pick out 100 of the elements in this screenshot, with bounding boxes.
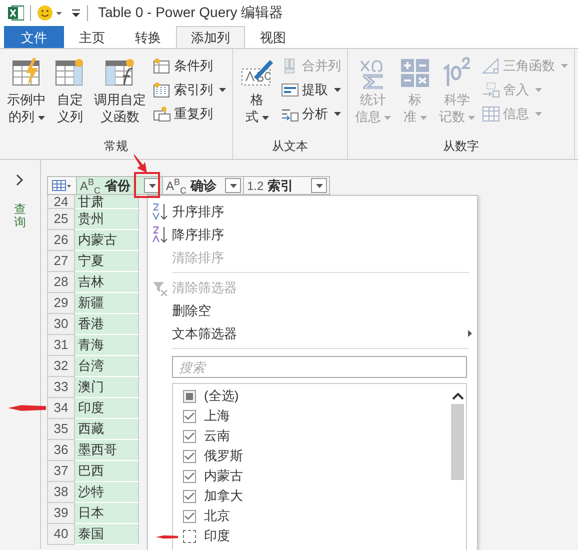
duplicate-column-icon	[153, 106, 171, 122]
caret-icon	[219, 88, 226, 92]
ribbon-tab[interactable]: 文件	[4, 26, 64, 48]
checkbox[interactable]	[183, 470, 196, 482]
caret-icon	[420, 116, 426, 120]
ribbon-button[interactable]: 示例中 的列	[4, 53, 49, 137]
table-lightning-icon	[10, 57, 42, 89]
table-cell: 贵州	[75, 209, 139, 230]
menu-item[interactable]: 删除空	[148, 299, 477, 322]
row-number: 31	[47, 335, 75, 356]
row-number: 34	[47, 398, 75, 419]
table-cell: 西藏	[75, 419, 139, 440]
column-header[interactable]: A$^{B}$$_{C}$ 确诊	[163, 176, 244, 195]
checkbox[interactable]	[183, 430, 196, 442]
table-cell: 巴西	[75, 461, 139, 482]
scrollbar-thumb[interactable]	[451, 404, 464, 480]
row-number: 29	[47, 293, 75, 314]
info-grid-icon	[482, 106, 500, 122]
ribbon-button[interactable]: 分析	[279, 103, 343, 125]
checkbox[interactable]	[183, 450, 196, 462]
caret-icon	[316, 184, 322, 188]
ribbon-tab[interactable]: 转换	[120, 26, 176, 48]
rounding-icon	[482, 82, 500, 98]
caret-icon	[148, 184, 156, 188]
queries-label[interactable]: 查询	[14, 203, 26, 230]
ribbon-button[interactable]: 调用自定 义函数	[91, 53, 149, 137]
row-number: 32	[47, 356, 75, 377]
index-column-icon	[153, 82, 171, 98]
column-name: 省份	[104, 176, 132, 194]
table-cell: 内蒙古	[75, 230, 139, 251]
ribbon-button[interactable]: 条件列	[151, 55, 228, 77]
type-label[interactable]: 1.2	[247, 178, 264, 192]
row-number: 35	[47, 419, 75, 440]
list-item[interactable]: 北京	[173, 506, 449, 526]
annotation-arrow	[156, 533, 178, 541]
mixed-mark-icon	[186, 392, 193, 400]
conditional-column-icon	[153, 58, 171, 74]
column-header[interactable]: 1.2 索引	[244, 176, 330, 195]
checkbox[interactable]	[183, 510, 196, 522]
caret-icon	[535, 88, 542, 92]
row-number: 36	[47, 440, 75, 461]
ribbon-tab[interactable]: 主页	[64, 26, 120, 48]
table-cell: 印度	[75, 398, 139, 419]
caret-icon	[384, 116, 391, 120]
menu-item[interactable]: 降序排序	[148, 223, 477, 246]
ribbon-button[interactable]: 索引列	[151, 79, 228, 101]
checkbox[interactable]	[183, 530, 196, 542]
checkbox[interactable]	[183, 490, 196, 502]
table-cell: 台湾	[75, 356, 139, 377]
check-icon	[184, 472, 195, 480]
submenu-arrow-icon	[468, 330, 472, 337]
arithmetic-icon	[399, 57, 431, 89]
customize-toolbar-icon[interactable]	[71, 8, 81, 18]
row-number: 24	[47, 195, 75, 209]
caret-icon	[561, 64, 568, 68]
list-item[interactable]: 印度	[173, 526, 449, 546]
expand-icon[interactable]	[16, 174, 24, 186]
table-cell: 日本	[75, 503, 139, 524]
table-cell: 甘肃	[75, 195, 139, 209]
checkbox[interactable]	[183, 390, 196, 402]
list-item[interactable]: 内蒙古	[173, 466, 449, 486]
filter-dropdown-button[interactable]	[311, 178, 327, 193]
menu-item[interactable]: 文本筛选器	[148, 322, 477, 345]
table-menu-icon[interactable]	[52, 180, 72, 192]
ribbon-tab[interactable]: 视图	[245, 26, 301, 48]
list-item[interactable]: (全选)	[173, 386, 449, 406]
column-header[interactable]: A$^{B}$$_{C}$ 省份	[77, 176, 163, 195]
list-item[interactable]: 云南	[173, 426, 449, 446]
check-icon	[184, 452, 195, 460]
scroll-up-icon[interactable]	[452, 392, 464, 400]
ribbon-button[interactable]: 提取	[279, 79, 343, 101]
list-item[interactable]: 加拿大	[173, 486, 449, 506]
smiley-icon[interactable]	[37, 5, 65, 21]
row-number: 28	[47, 272, 75, 293]
row-number: 40	[47, 524, 75, 545]
group-label: 常规	[103, 138, 129, 155]
check-icon	[184, 492, 195, 500]
ribbon-button[interactable]: 格 式	[237, 53, 277, 137]
ribbon-tab[interactable]: 添加列	[176, 26, 245, 48]
caret-icon	[334, 112, 341, 116]
search-field[interactable]: 搜索	[172, 356, 467, 378]
check-icon	[184, 432, 195, 440]
list-item[interactable]: 上海	[173, 406, 449, 426]
group-label: 从文本	[271, 138, 309, 155]
table-cell: 宁夏	[75, 251, 139, 272]
caret-icon	[38, 116, 44, 120]
ribbon-button[interactable]: 重复列	[151, 103, 228, 125]
spreadsheet-icon[interactable]	[8, 5, 24, 21]
extract-icon	[281, 82, 299, 98]
list-item[interactable]: 俄罗斯	[173, 446, 449, 466]
row-number: 38	[47, 482, 75, 503]
checkbox[interactable]	[183, 410, 196, 422]
table-cell: 新疆	[75, 293, 139, 314]
column-name: 确诊	[190, 176, 218, 194]
table-cell: 青海	[75, 335, 139, 356]
menu-item[interactable]: 升序排序	[148, 200, 477, 223]
table-cell: 泰国	[75, 524, 139, 545]
ribbon-button[interactable]: 自定 义列	[51, 53, 89, 137]
filter-dropdown-button[interactable]	[225, 178, 241, 193]
group-label: 从数字	[442, 138, 480, 155]
